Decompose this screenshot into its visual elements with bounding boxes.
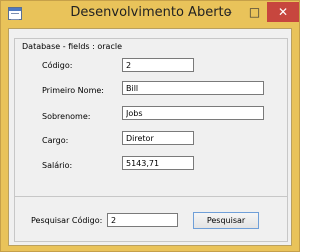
primeiro-nome-label: Primeiro Nome: bbox=[42, 86, 104, 95]
salario-field[interactable] bbox=[122, 156, 194, 170]
maximize-button[interactable]: □ bbox=[242, 2, 267, 22]
sobrenome-field[interactable] bbox=[122, 106, 264, 120]
cargo-label: Cargo: bbox=[42, 136, 69, 145]
title-bar[interactable]: Desenvolvimento Aberto – □ ✕ bbox=[1, 1, 299, 28]
primeiro-nome-field[interactable] bbox=[122, 81, 264, 95]
minimize-button[interactable]: – bbox=[216, 2, 242, 22]
pesquisar-codigo-field[interactable] bbox=[107, 213, 178, 227]
app-icon[interactable] bbox=[8, 7, 22, 20]
codigo-field[interactable] bbox=[122, 58, 194, 72]
database-groupbox: Database - fields : oracle Código: Prime… bbox=[14, 38, 288, 204]
window-title: Desenvolvimento Aberto bbox=[70, 5, 232, 20]
database-group-legend: Database - fields : oracle bbox=[20, 42, 124, 51]
cargo-field[interactable] bbox=[122, 131, 194, 145]
form-client-area: Database - fields : oracle Código: Prime… bbox=[8, 28, 292, 246]
pesquisar-codigo-label: Pesquisar Código: bbox=[31, 216, 103, 225]
app-window: Desenvolvimento Aberto – □ ✕ Database - … bbox=[0, 0, 300, 252]
close-button[interactable]: ✕ bbox=[267, 2, 299, 22]
sobrenome-label: Sobrenome: bbox=[42, 112, 91, 121]
pesquisar-button[interactable]: Pesquisar bbox=[193, 212, 259, 229]
codigo-label: Código: bbox=[42, 61, 73, 70]
salario-label: Salário: bbox=[42, 161, 73, 170]
search-groupbox: Pesquisar Código: Pesquisar bbox=[14, 196, 288, 242]
